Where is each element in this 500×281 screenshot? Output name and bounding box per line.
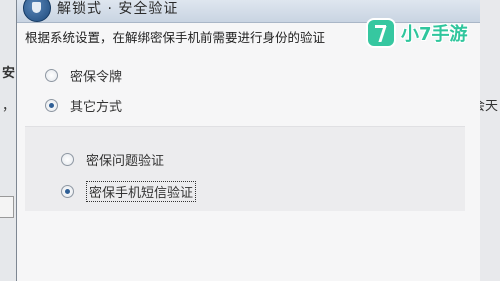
background-window-right	[478, 0, 500, 281]
dialog-description: 根据系统设置，在解绑密保手机前需要进行身份的验证	[25, 30, 326, 45]
option-token-label: 密保令牌	[70, 70, 123, 85]
option-other-label: 其它方式	[70, 100, 123, 115]
brand-7-icon	[368, 20, 394, 46]
dialog-title: 解锁式 · 安全验证	[57, 1, 179, 17]
background-input-fragment	[0, 196, 14, 218]
background-text-fragment: 安	[2, 66, 16, 81]
watermark-logo: 小7手游	[368, 18, 478, 48]
watermark-text: 小7手游	[401, 24, 468, 45]
radio-sms-verification[interactable]	[61, 185, 74, 198]
background-window-left	[0, 0, 17, 281]
radio-security-question[interactable]	[61, 153, 74, 166]
option-security-question-label: 密保问题验证	[86, 154, 165, 169]
background-text-fragment: ，	[2, 99, 16, 114]
option-other[interactable]: 其它方式	[45, 96, 122, 115]
radio-token[interactable]	[45, 69, 58, 82]
option-token[interactable]: 密保令牌	[45, 66, 122, 85]
radio-other[interactable]	[45, 99, 58, 112]
option-sms-verification[interactable]: 密保手机短信验证	[61, 181, 197, 202]
option-security-question[interactable]: 密保问题验证	[61, 150, 164, 169]
option-sms-verification-label: 密保手机短信验证	[86, 181, 197, 202]
shield-icon	[23, 0, 51, 22]
